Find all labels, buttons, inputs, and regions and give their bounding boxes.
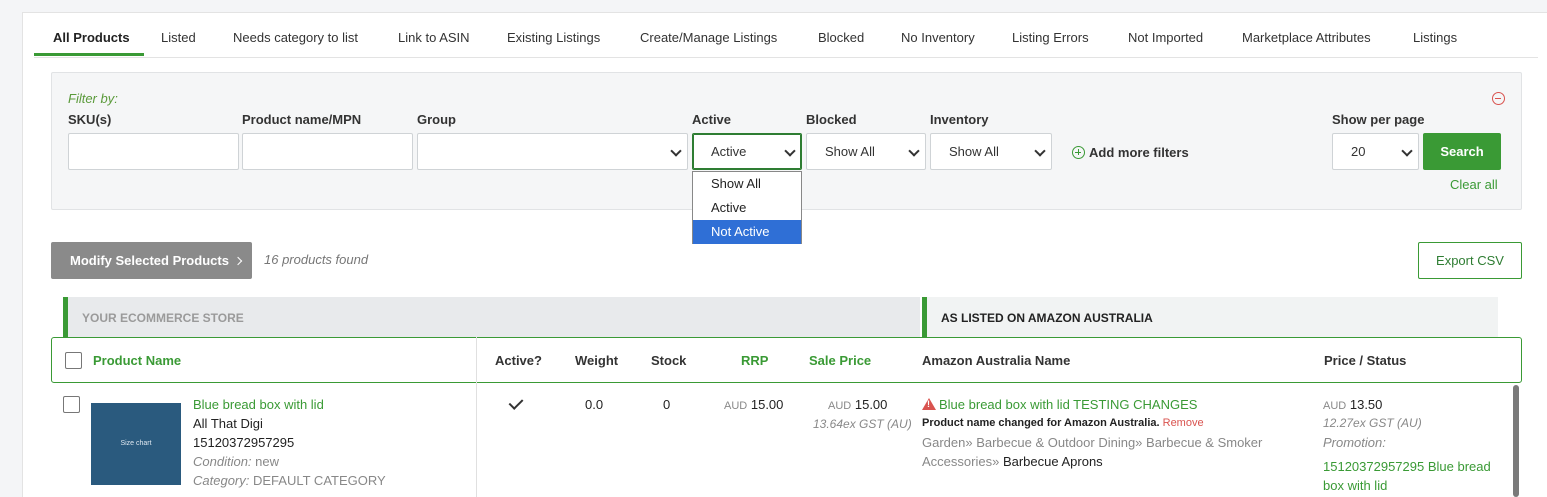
product-category: Category: DEFAULT CATEGORY [193, 473, 386, 488]
product-sku: 15120372957295 [193, 435, 295, 450]
product-thumbnail[interactable]: Size chart [91, 403, 181, 485]
amazon-section-header: AS LISTED ON AMAZON AUSTRALIA [922, 297, 1498, 337]
active-select-value: Active [711, 144, 747, 159]
active-label: Active [692, 112, 732, 127]
product-weight: 0.0 [585, 397, 604, 412]
promotion-label: Promotion: [1323, 435, 1386, 450]
amazon-category-leaf-line: Accessories» Barbecue Aprons [922, 454, 1103, 469]
tab-existing-listings[interactable]: Existing Listings [507, 30, 600, 45]
chevron-down-icon [1034, 145, 1046, 157]
filter-title: Filter by: [68, 91, 118, 106]
amazon-name-link[interactable]: Blue bread box with lid TESTING CHANGES [922, 397, 1197, 412]
column-divider [476, 337, 477, 383]
products-found-count: 16 products found [264, 252, 369, 267]
add-more-filters-label: Add more filters [1089, 145, 1189, 160]
add-more-filters-button[interactable]: Add more filters [1072, 145, 1189, 160]
active-tab-indicator [34, 53, 144, 56]
tab-needs-category[interactable]: Needs category to list [233, 30, 358, 45]
col-price-status: Price / Status [1324, 353, 1407, 368]
blocked-select[interactable]: Show All [806, 133, 926, 170]
tab-blocked[interactable]: Blocked [818, 30, 864, 45]
col-rrp[interactable]: RRP [741, 353, 768, 368]
blocked-select-value: Show All [825, 144, 875, 159]
product-name-link[interactable]: Blue bread box with lid [193, 397, 324, 412]
tab-listed[interactable]: Listed [161, 30, 196, 45]
tab-link-to-asin[interactable]: Link to ASIN [398, 30, 470, 45]
select-all-checkbox[interactable] [65, 352, 82, 369]
search-button[interactable]: Search [1423, 133, 1501, 170]
active-option-active[interactable]: Active [693, 196, 801, 220]
modify-selected-button[interactable]: Modify Selected Products [51, 242, 252, 279]
vertical-scrollbar[interactable] [1513, 385, 1519, 497]
product-name-input[interactable] [242, 133, 413, 170]
chevron-down-icon [784, 145, 796, 157]
product-stock: 0 [663, 397, 671, 412]
store-section-header: YOUR ECOMMERCE STORE [63, 297, 920, 337]
table-header: Product Name Active? Weight Stock RRP Sa… [51, 337, 1522, 383]
product-brand: All That Digi [193, 416, 263, 431]
remove-change-link[interactable]: Remove [1163, 417, 1204, 429]
col-weight: Weight [575, 353, 619, 368]
tab-not-imported[interactable]: Not Imported [1128, 30, 1203, 45]
amazon-price-ex-gst: 12.27ex GST (AU) [1323, 416, 1422, 430]
tab-listing-errors[interactable]: Listing Errors [1012, 30, 1089, 45]
blocked-label: Blocked [806, 112, 857, 127]
inventory-label: Inventory [930, 112, 989, 127]
sku-input[interactable] [68, 133, 239, 170]
clear-all-link[interactable]: Clear all [1450, 177, 1498, 192]
listing-link-cont[interactable]: box with lid [1323, 478, 1387, 493]
inventory-select[interactable]: Show All [930, 133, 1052, 170]
plus-circle-icon [1072, 146, 1085, 159]
tab-create-manage-listings[interactable]: Create/Manage Listings [640, 30, 777, 45]
tab-bar: All Products Listed Needs category to li… [34, 26, 1538, 58]
group-select[interactable] [417, 133, 688, 170]
product-rrp: AUD 15.00 [724, 397, 784, 412]
product-sale-ex-gst: 13.64ex GST (AU) [813, 417, 912, 431]
chevron-down-icon [908, 145, 920, 157]
chevron-down-icon [670, 145, 682, 157]
col-active: Active? [495, 353, 542, 368]
tab-all-products[interactable]: All Products [53, 30, 130, 45]
listing-link[interactable]: 15120372957295 Blue bread [1323, 459, 1491, 474]
active-select[interactable]: Active [692, 133, 802, 170]
active-option-not-active[interactable]: Not Active [693, 220, 801, 244]
product-condition: Condition: new [193, 454, 280, 469]
per-page-value: 20 [1351, 144, 1366, 159]
row-checkbox[interactable] [63, 396, 80, 413]
sku-label: SKU(s) [68, 112, 112, 127]
product-name-label: Product name/MPN [242, 112, 362, 127]
inventory-select-value: Show All [949, 144, 999, 159]
column-divider [476, 383, 477, 497]
amazon-category-path: Garden» Barbecue & Outdoor Dining» Barbe… [922, 435, 1263, 450]
col-sale-price[interactable]: Sale Price [809, 353, 871, 368]
amazon-price: AUD 13.50 [1323, 397, 1383, 412]
col-stock: Stock [651, 353, 687, 368]
col-amazon-name: Amazon Australia Name [922, 353, 1071, 368]
tab-listings[interactable]: Listings [1413, 30, 1457, 45]
collapse-filter-icon[interactable] [1492, 92, 1505, 105]
warning-icon [922, 398, 936, 410]
per-page-select[interactable]: 20 [1332, 133, 1419, 170]
per-page-label: Show per page [1332, 112, 1425, 127]
name-change-note: Product name changed for Amazon Australi… [922, 417, 1204, 429]
group-label: Group [417, 112, 456, 127]
active-option-show-all[interactable]: Show All [693, 172, 801, 196]
active-dropdown: Show All Active Not Active [692, 171, 802, 244]
product-sale-price: AUD 15.00 [828, 397, 888, 412]
tab-no-inventory[interactable]: No Inventory [901, 30, 975, 45]
modify-selected-label: Modify Selected Products [70, 253, 229, 268]
tab-marketplace-attributes[interactable]: Marketplace Attributes [1242, 30, 1371, 45]
chevron-down-icon [1401, 145, 1413, 157]
export-csv-button[interactable]: Export CSV [1418, 242, 1522, 279]
chevron-right-icon [233, 256, 243, 266]
col-product-name[interactable]: Product Name [93, 353, 181, 368]
